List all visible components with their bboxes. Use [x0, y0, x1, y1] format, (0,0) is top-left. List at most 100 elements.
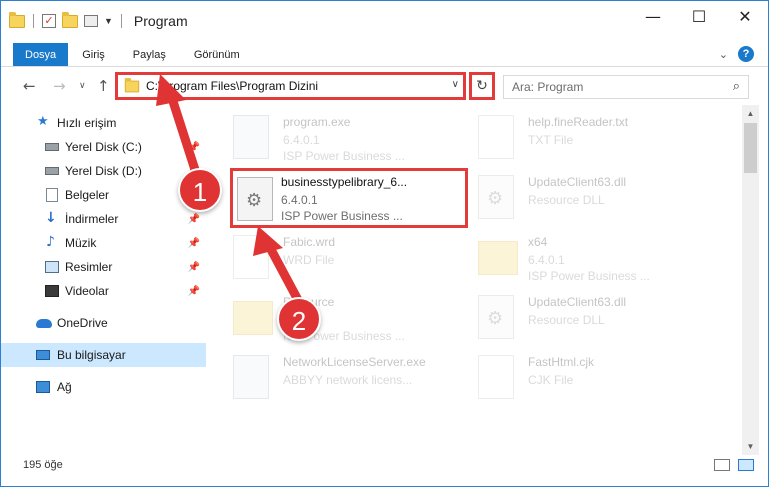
sidebar-item-label: Ağ	[57, 380, 72, 394]
folder-icon	[124, 77, 140, 92]
file-detail: 6.4.0.1	[283, 133, 320, 147]
drive-icon	[45, 167, 59, 175]
sidebar-item-music[interactable]: ♪ Müzik 📌	[1, 231, 206, 255]
sidebar-item-network[interactable]: Ağ	[1, 375, 206, 399]
sidebar-item-downloads[interactable]: ↓ İndirmeler 📌	[1, 207, 206, 231]
highlighted-file-tile[interactable]: ⚙ businesstypelibrary_6... 6.4.0.1 ISP P…	[230, 168, 468, 228]
scroll-up-icon[interactable]: ▲	[742, 105, 759, 122]
sidebar-item-this-pc[interactable]: Bu bilgisayar	[1, 343, 206, 367]
file-detail: 6.4.0.1	[281, 193, 318, 207]
file-name: help.fineReader.txt	[528, 115, 629, 129]
file-tile[interactable]: ⚙ UpdateClient63.dll Resource DLL	[456, 167, 696, 227]
file-detail: ABBYY network licens...	[283, 373, 413, 387]
network-icon	[36, 381, 50, 393]
item-count: 195 öğe	[23, 459, 63, 471]
sidebar-item-pictures[interactable]: Resimler 📌	[1, 255, 206, 279]
file-detail: ISP Power Business ...	[283, 149, 405, 163]
sidebar-item-local-disk-c[interactable]: Yerel Disk (C:) 📌	[1, 135, 206, 159]
pin-icon[interactable]: 📌	[188, 214, 200, 225]
recent-locations-chevron-down-icon[interactable]: ∨	[79, 81, 86, 91]
dll-gear-icon: ⚙	[237, 177, 273, 221]
file-icon	[478, 355, 514, 399]
file-detail: CJK File	[528, 373, 574, 387]
explorer-window: ✓ ▼ Program — ☐ ✕ Dosya Giriş Paylaş Gör…	[0, 0, 769, 487]
up-arrow-icon[interactable]: ↑	[97, 77, 110, 95]
dll-gear-icon: ⚙	[478, 295, 514, 339]
file-tile[interactable]: program.exe 6.4.0.1 ISP Power Business .…	[211, 107, 451, 167]
tab-share[interactable]: Paylaş	[119, 43, 180, 66]
window-title: Program	[133, 13, 188, 29]
sidebar-item-label: Videolar	[65, 284, 109, 298]
maximize-button[interactable]: ☐	[676, 1, 722, 31]
file-detail: ISP Power Business ...	[528, 269, 650, 283]
tiles-view-icon[interactable]	[738, 459, 754, 471]
quick-access-toolbar: ✓ ▼	[1, 1, 124, 41]
drive-icon	[45, 143, 59, 151]
navigation-pane: ★ Hızlı erişim Yerel Disk (C:) 📌 Yerel D…	[1, 105, 206, 453]
customize-toolbar-chevron-down-icon[interactable]: ▼	[104, 16, 113, 26]
file-name: businesstypelibrary_6...	[281, 175, 408, 189]
view-options-icon[interactable]	[84, 15, 98, 27]
scroll-down-icon[interactable]: ▼	[742, 438, 759, 455]
file-tile[interactable]: Resource ISP Power Business ...	[211, 287, 451, 347]
view-switcher	[714, 459, 754, 471]
sidebar-item-videos[interactable]: Videolar 📌	[1, 279, 206, 303]
minimize-button[interactable]: —	[630, 1, 676, 31]
sidebar-item-documents[interactable]: Belgeler 📌	[1, 183, 206, 207]
sidebar-item-onedrive[interactable]: OneDrive	[1, 311, 206, 335]
file-list: program.exe 6.4.0.1 ISP Power Business .…	[211, 105, 741, 453]
tab-view[interactable]: Görünüm	[180, 43, 254, 66]
file-tile[interactable]: Fabic.wrd WRD File	[211, 227, 451, 287]
window-controls: — ☐ ✕	[630, 1, 768, 31]
expand-ribbon-chevron-down-icon[interactable]: ⌄	[719, 48, 728, 61]
sidebar-item-label: Bu bilgisayar	[57, 348, 126, 362]
scroll-thumb[interactable]	[744, 123, 757, 173]
videos-icon	[45, 285, 59, 297]
properties-check-icon[interactable]: ✓	[42, 14, 56, 28]
pin-icon[interactable]: 📌	[188, 238, 200, 249]
file-tile[interactable]: FastHtml.cjk CJK File	[456, 347, 696, 407]
navigation-row: ← → ∨ ↑ C:\Program Files\Program Dizini …	[1, 71, 768, 101]
this-pc-icon	[36, 350, 50, 360]
file-detail: Resource DLL	[528, 193, 605, 207]
file-tile[interactable]: NetworkLicenseServer.exe ABBYY network l…	[211, 347, 451, 407]
address-path[interactable]: C:\Program Files\Program Dizini	[146, 79, 318, 93]
star-icon: ★	[37, 114, 49, 129]
sidebar-item-label: Hızlı erişim	[57, 116, 117, 130]
tab-home[interactable]: Giriş	[68, 43, 119, 66]
search-input[interactable]: Ara: Program ⌕	[503, 75, 749, 99]
pin-icon[interactable]: 📌	[188, 286, 200, 297]
new-folder-icon[interactable]	[62, 11, 78, 28]
file-name: NetworkLicenseServer.exe	[283, 355, 426, 369]
sidebar-item-label: Müzik	[65, 236, 97, 250]
file-detail: ISP Power Business ...	[281, 209, 403, 223]
help-icon[interactable]: ?	[738, 46, 754, 62]
back-arrow-icon[interactable]: ←	[23, 77, 36, 95]
close-button[interactable]: ✕	[722, 1, 768, 31]
file-tile[interactable]: ⚙ UpdateClient63.dll Resource DLL	[456, 287, 696, 347]
status-bar: 195 öğe	[1, 455, 768, 477]
refresh-button[interactable]: ↻	[469, 72, 495, 100]
folder-icon	[478, 241, 518, 275]
sidebar-item-quick-access[interactable]: ★ Hızlı erişim	[1, 111, 206, 135]
text-file-icon	[478, 115, 514, 159]
sidebar-item-label: Belgeler	[65, 188, 110, 202]
file-tile[interactable]: x64 6.4.0.1 ISP Power Business ...	[456, 227, 696, 287]
pin-icon[interactable]: 📌	[188, 262, 200, 273]
file-tile[interactable]: help.fineReader.txt TXT File	[456, 107, 696, 167]
tab-file[interactable]: Dosya	[13, 43, 69, 66]
address-bar[interactable]: C:\Program Files\Program Dizini ∨	[115, 72, 466, 100]
sidebar-item-label: OneDrive	[57, 316, 108, 330]
pin-icon[interactable]: 📌	[188, 142, 200, 153]
forward-arrow-icon[interactable]: →	[53, 77, 66, 95]
vertical-scrollbar[interactable]: ▲ ▼	[742, 105, 759, 455]
file-name: FastHtml.cjk	[528, 355, 594, 369]
title-bar: ✓ ▼ Program — ☐ ✕	[1, 1, 768, 41]
folder-icon	[233, 301, 273, 335]
sidebar-item-local-disk-d[interactable]: Yerel Disk (D:) 📌	[1, 159, 206, 183]
address-history-chevron-down-icon[interactable]: ∨	[452, 79, 459, 90]
downloads-icon: ↓	[45, 210, 57, 226]
search-icon[interactable]: ⌕	[733, 79, 740, 94]
search-placeholder: Ara: Program	[512, 80, 584, 94]
details-view-icon[interactable]	[714, 459, 730, 471]
